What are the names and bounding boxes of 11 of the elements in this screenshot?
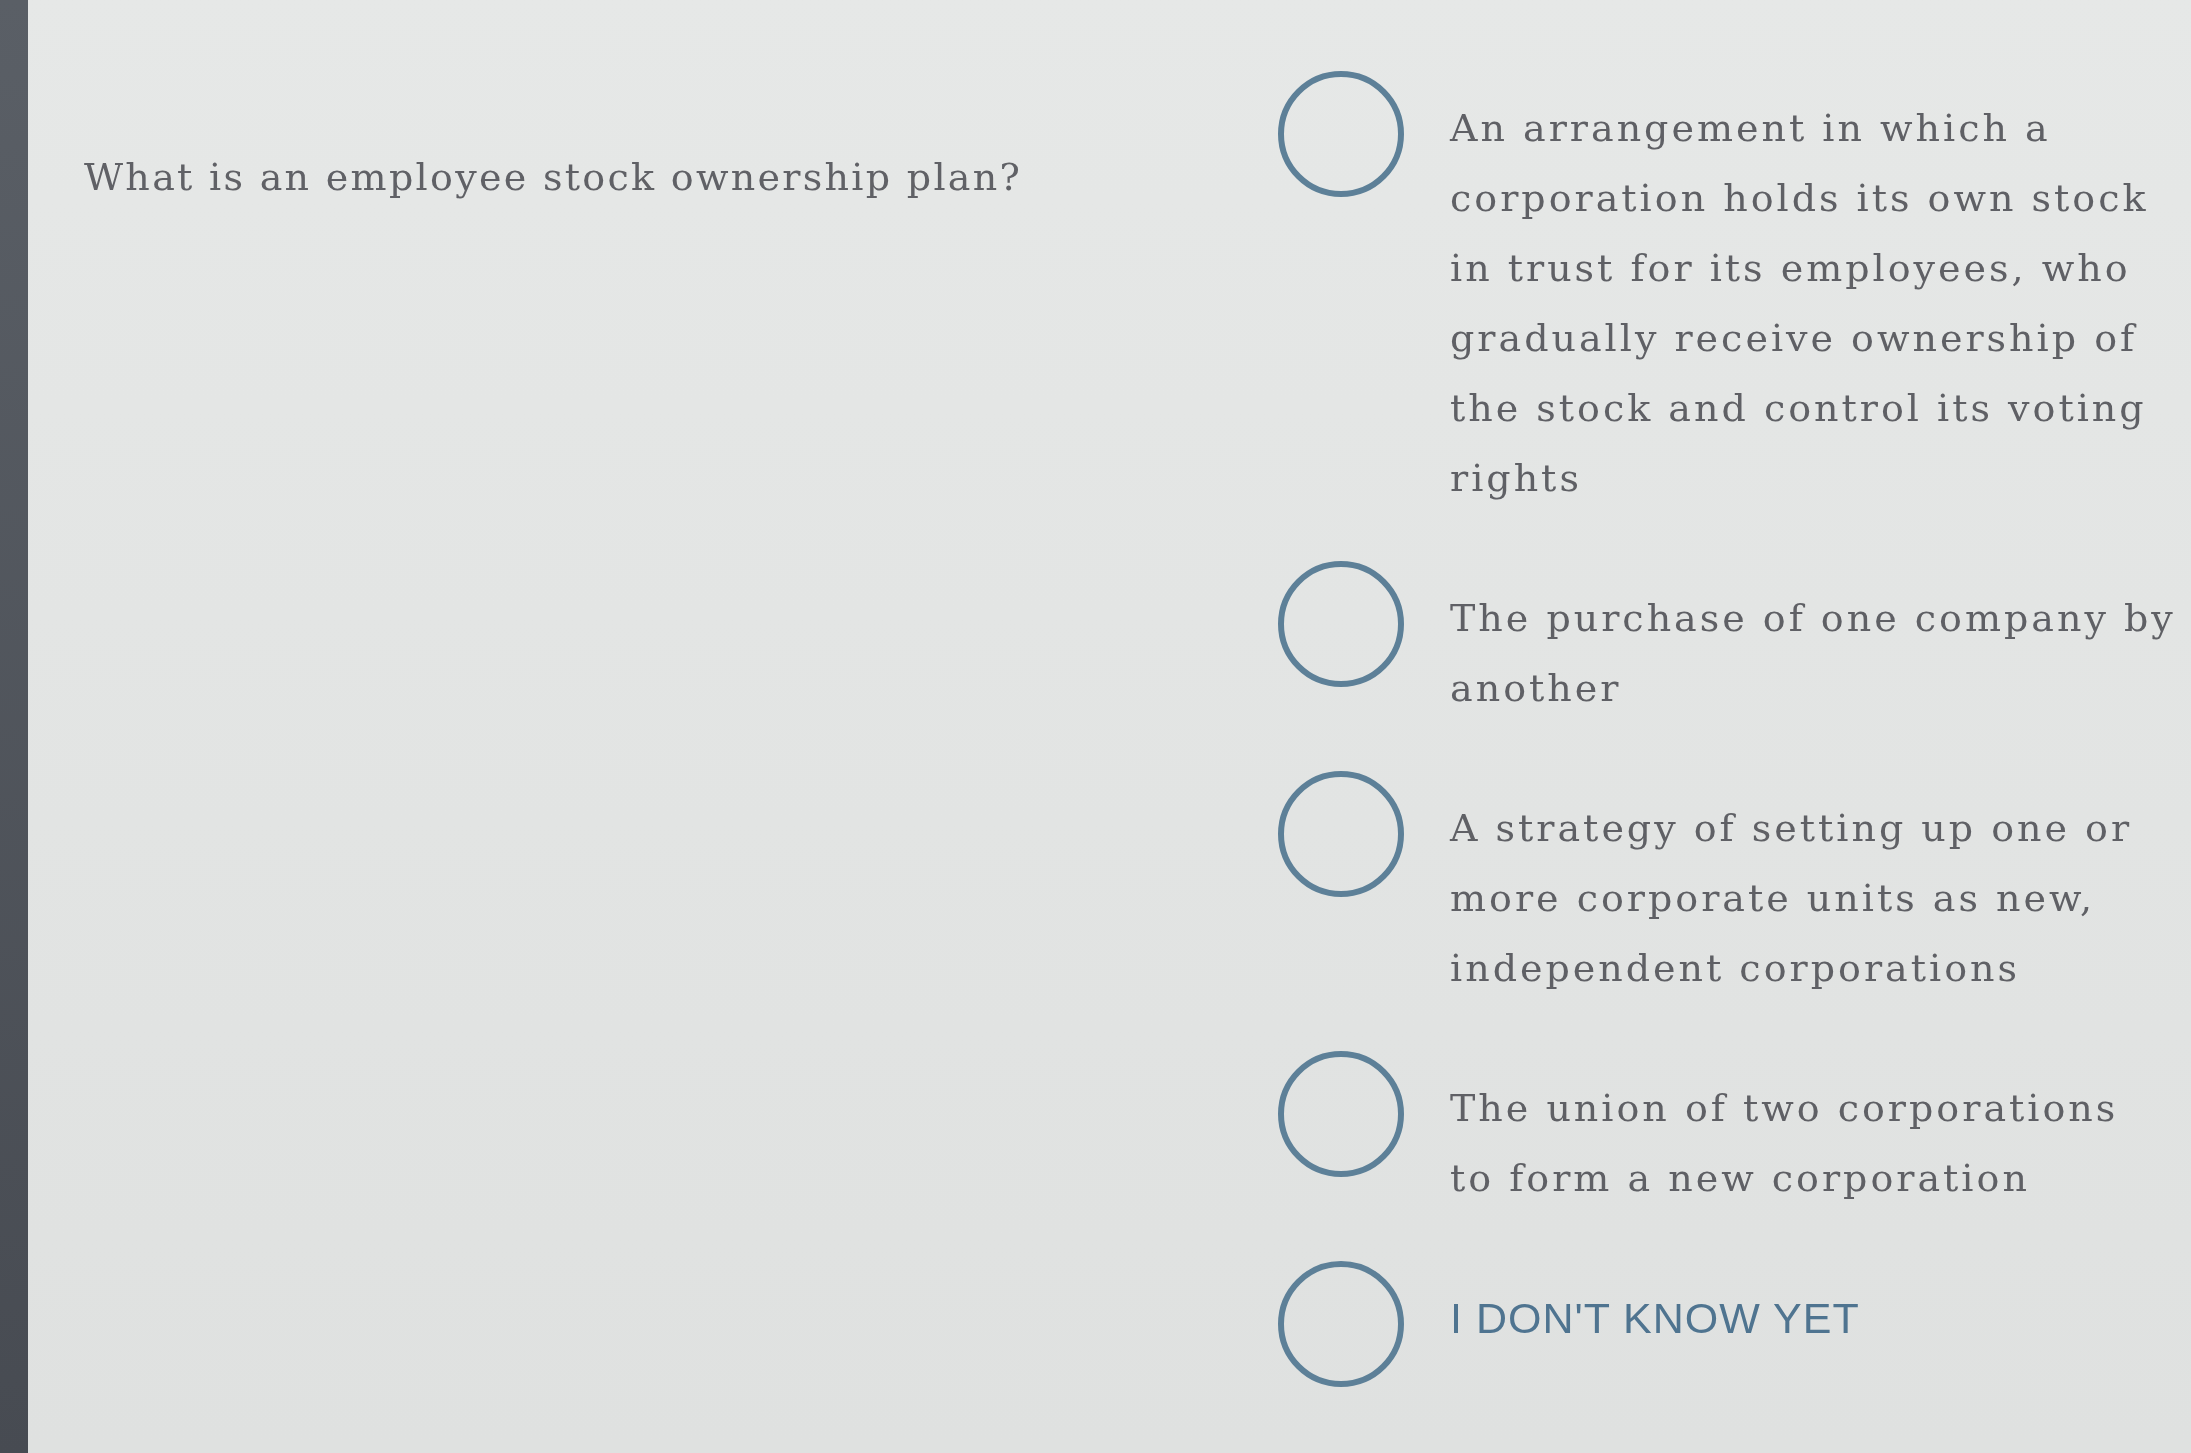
answer-option-text[interactable]: An arrangement in which a corporation holds its own stock in trust for its employees, who gradually receive ownership of the stock and control its voting rights: [1450, 93, 2188, 513]
answer-option-text[interactable]: The union of two corporations to form a new corporation: [1450, 1073, 2155, 1213]
radio-button[interactable]: [1278, 1051, 1404, 1177]
radio-button[interactable]: [1278, 1261, 1404, 1387]
radio-button[interactable]: [1278, 771, 1404, 897]
answer-option-text[interactable]: The purchase of one company by another: [1450, 583, 2188, 723]
radio-button[interactable]: [1278, 71, 1404, 197]
question-text: What is an employee stock ownership plan?: [84, 154, 1023, 201]
answer-option-text[interactable]: I DON'T KNOW YET: [1450, 1283, 2188, 1353]
radio-button[interactable]: [1278, 561, 1404, 687]
answer-option-text[interactable]: A strategy of setting up one or more corporate units as new, independent corporations: [1450, 793, 2188, 1003]
